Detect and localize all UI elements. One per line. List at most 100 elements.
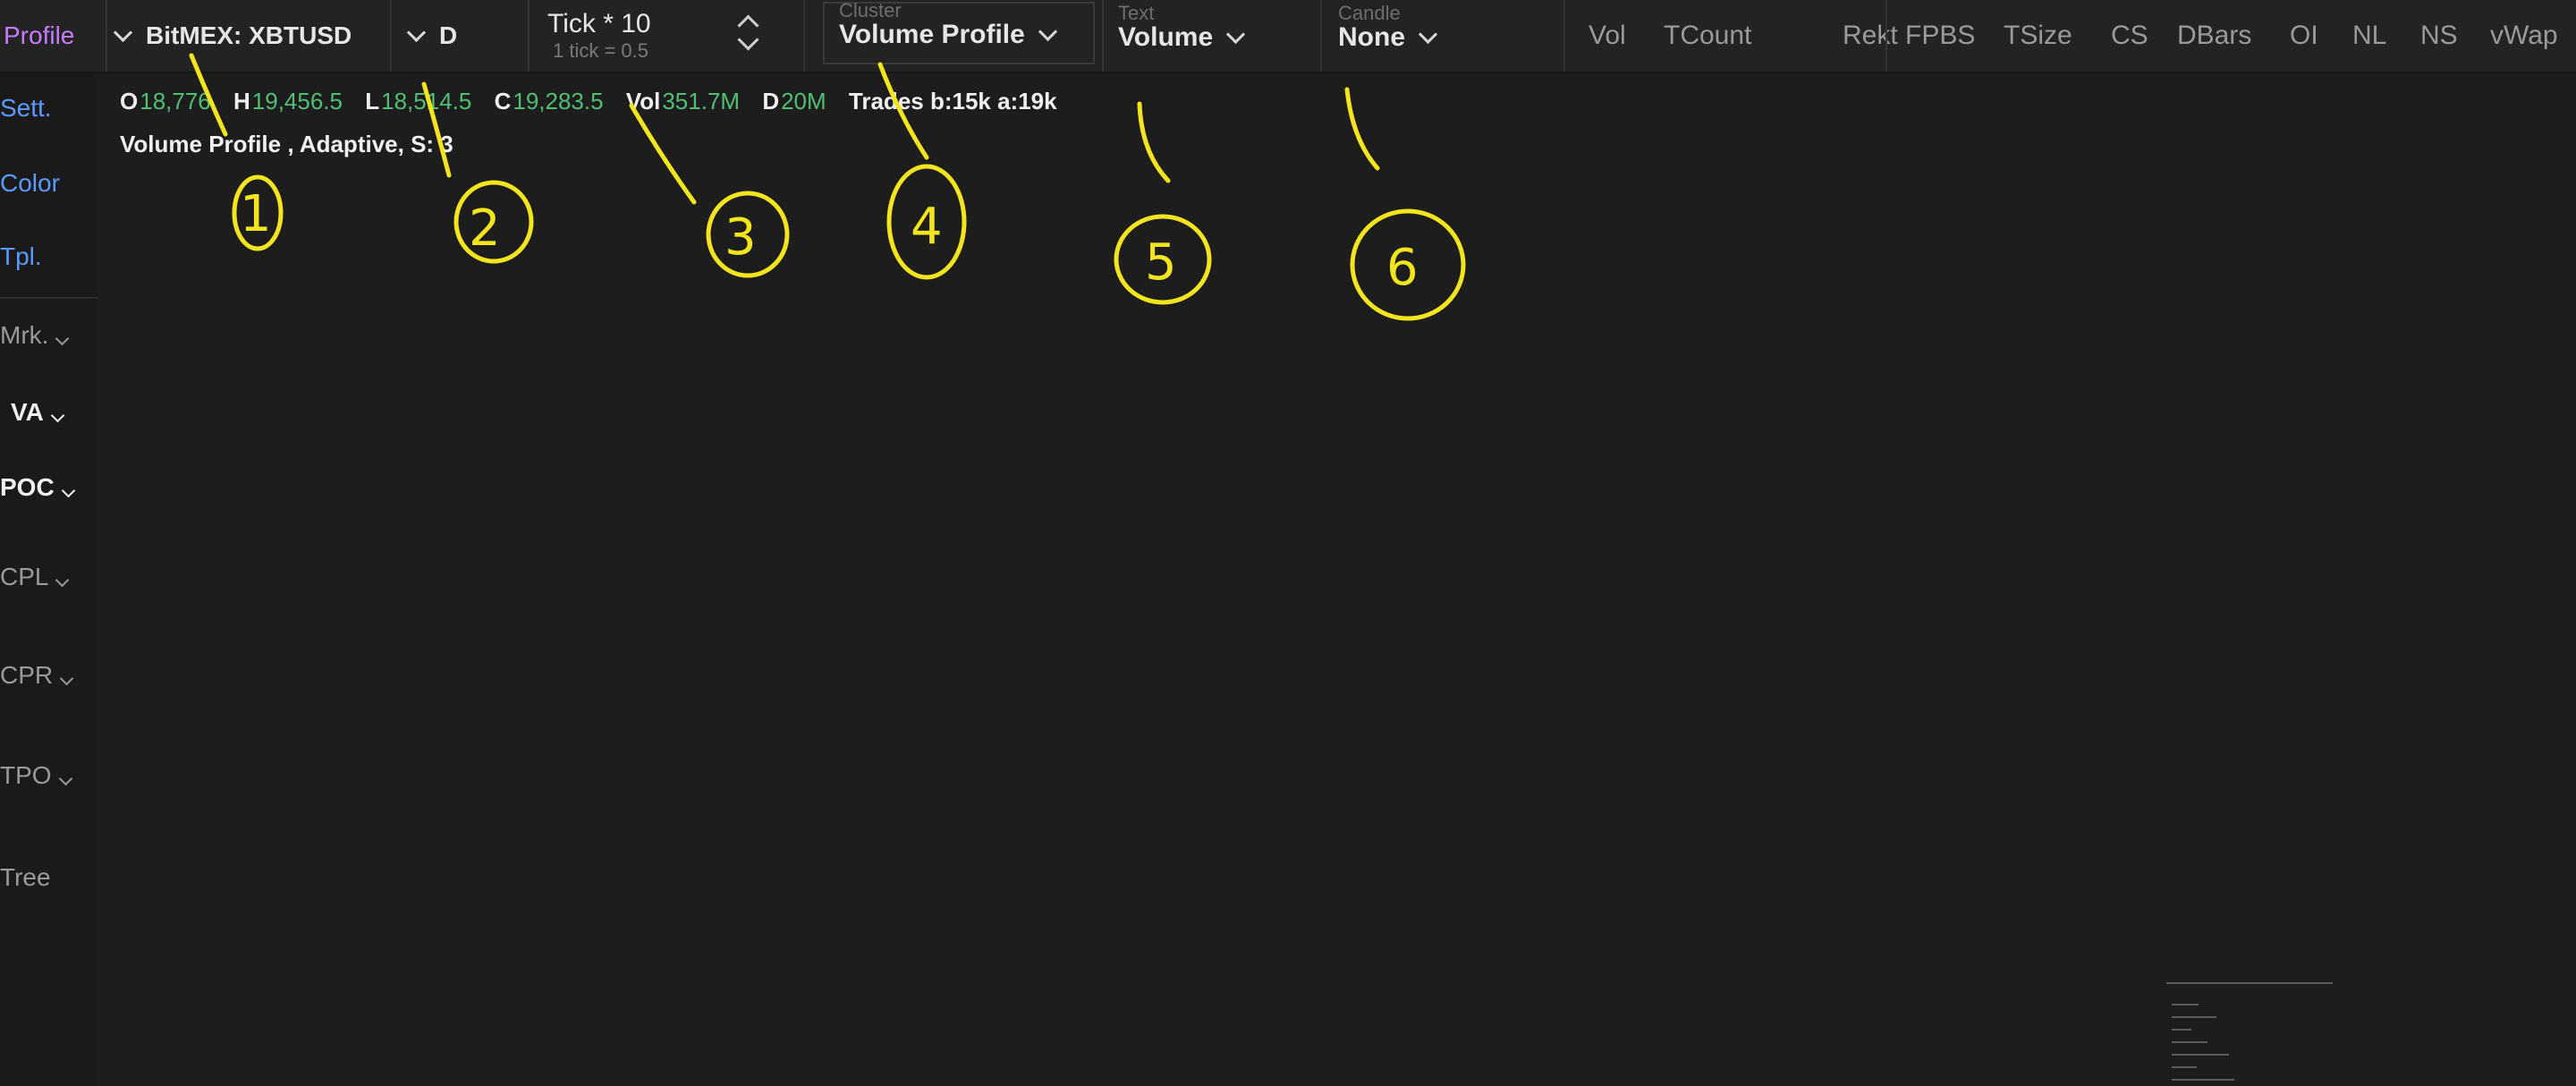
minimap-line — [2172, 1079, 2234, 1081]
toggle-tcount[interactable]: TCount — [1664, 0, 1751, 72]
delta-label: D — [762, 88, 780, 115]
minimap-line — [2172, 1016, 2216, 1018]
sidebar-item-label: CPL — [0, 563, 49, 590]
annotation-label-2: 2 — [469, 199, 501, 258]
sidebar-item-tpo[interactable]: TPO — [0, 760, 72, 791]
profile-tab-label: Profile — [4, 21, 75, 49]
chevron-down-icon — [406, 22, 427, 42]
chevron-down-icon — [50, 408, 65, 423]
profile-tab[interactable]: Profile — [0, 0, 106, 72]
toggle-vwap[interactable]: vWap — [2490, 0, 2558, 72]
annotation-circle — [453, 180, 534, 264]
chevron-down-icon — [1226, 24, 1246, 44]
toolbar-divider — [390, 0, 392, 72]
annotation-label-5: 5 — [1145, 233, 1177, 292]
chevron-down-icon[interactable] — [737, 29, 759, 51]
open-label: O — [120, 88, 139, 115]
minimap-line — [2172, 1054, 2229, 1056]
trades-count: Trades b:15k a:19k — [848, 88, 1057, 115]
chevron-down-icon — [59, 671, 74, 686]
sidebar-item-markers[interactable]: Mrk. — [0, 320, 70, 351]
candle-caption: Candle — [1338, 2, 1401, 24]
sidebar-item-cpl[interactable]: CPL — [0, 562, 70, 592]
chevron-down-icon — [55, 331, 70, 346]
sidebar-item-label: CPR — [0, 661, 54, 689]
chevron-down-icon — [1038, 21, 1057, 41]
annotation-circle — [886, 164, 967, 280]
high-label: H — [233, 88, 250, 115]
toggle-dbars[interactable]: DBars — [2177, 0, 2251, 72]
cluster-dropdown[interactable]: Cluster Volume Profile — [823, 1, 1095, 64]
minimap-line — [2172, 1066, 2197, 1068]
toggle-rekt[interactable]: Rekt — [1843, 0, 1898, 72]
toggle-nl[interactable]: NL — [2352, 0, 2386, 72]
sidebar-divider — [0, 297, 98, 299]
toolbar-divider — [1885, 0, 1887, 72]
toolbar-divider — [106, 0, 107, 72]
tick-size-hint: 1 tick = 0.5 — [553, 39, 649, 62]
top-toolbar: Profile BitMEX: XBTUSD D Tick * 10 1 tic… — [0, 0, 2576, 73]
sidebar-item-label: POC — [0, 473, 55, 501]
chevron-down-icon — [113, 22, 133, 42]
toggle-oi[interactable]: OI — [2290, 0, 2318, 72]
chevron-down-icon — [55, 573, 70, 588]
timeframe-dropdown[interactable]: D — [406, 0, 458, 72]
sidebar-item-poc[interactable]: POC — [0, 472, 75, 503]
minimap — [2166, 977, 2334, 1086]
volume-label: Vol — [625, 88, 661, 115]
text-dropdown[interactable]: Text Volume — [1118, 0, 1246, 72]
ohlc-legend: O18,776 H19,456.5 L18,514.5 C19,283.5 Vo… — [120, 88, 1057, 115]
low-label: L — [365, 88, 380, 115]
annotation-label-1: 1 — [240, 185, 272, 243]
minimap-line — [2172, 1004, 2199, 1005]
tick-stepper[interactable] — [732, 4, 773, 68]
annotation-stroke — [629, 103, 697, 205]
toolbar-divider — [1563, 0, 1565, 72]
sidebar-item-settings[interactable]: Sett. — [0, 93, 52, 123]
toggle-ns[interactable]: NS — [2420, 0, 2458, 72]
sidebar-item-label: VA — [11, 398, 44, 426]
sidebar-item-label: TPO — [0, 761, 52, 789]
sidebar-item-color[interactable]: Color — [0, 168, 60, 199]
annotation-circle — [232, 174, 284, 251]
sidebar-item-template[interactable]: Tpl. — [0, 242, 42, 272]
sidebar-item-tree[interactable]: Tree — [0, 862, 51, 893]
annotation-circle — [706, 191, 790, 278]
annotation-circle — [1114, 214, 1212, 305]
chevron-down-icon — [58, 771, 72, 786]
text-value: Volume — [1118, 22, 1214, 52]
minimap-line — [2172, 1041, 2207, 1043]
sidebar-item-va[interactable]: VA — [11, 397, 65, 428]
annotation-stroke — [1137, 101, 1171, 183]
low-value: 18,514.5 — [381, 88, 472, 115]
annotation-circle — [1350, 208, 1466, 321]
annotation-stroke — [1344, 87, 1380, 171]
sidebar-item-cpr[interactable]: CPR — [0, 660, 74, 691]
toggle-fpbs[interactable]: FPBS — [1905, 0, 1975, 72]
toggle-vol[interactable]: Vol — [1589, 0, 1626, 72]
toolbar-divider — [1320, 0, 1322, 72]
tick-size-value: Tick * 10 — [547, 9, 651, 38]
instrument-label: BitMEX: XBTUSD — [146, 21, 352, 49]
cluster-value: Volume Profile — [839, 20, 1025, 49]
minimap-line — [2172, 1029, 2191, 1031]
chevron-down-icon — [1418, 24, 1438, 44]
instrument-dropdown[interactable]: BitMEX: XBTUSD — [113, 0, 352, 72]
toggle-cs[interactable]: CS — [2111, 0, 2148, 72]
close-label: C — [494, 88, 512, 115]
toggle-tsize[interactable]: TSize — [2004, 0, 2072, 72]
delta-value: 20M — [781, 88, 826, 115]
toolbar-divider — [528, 0, 530, 72]
candle-dropdown[interactable]: Candle None — [1338, 0, 1438, 72]
annotation-label-4: 4 — [911, 198, 943, 256]
high-value: 19,456.5 — [251, 88, 343, 115]
timeframe-label: D — [439, 21, 458, 49]
study-label: Volume Profile , Adaptive, S: 3 — [120, 131, 453, 157]
toolbar-divider — [1102, 0, 1104, 72]
toolbar-divider — [803, 0, 805, 72]
open-value: 18,776 — [140, 88, 211, 115]
annotation-overlay: 1 2 3 4 5 6 — [189, 53, 1466, 321]
sidebar-item-label: Mrk. — [0, 321, 49, 349]
left-sidebar: Sett. Color Tpl. Mrk. VA POC CPL CPR TPO… — [0, 73, 98, 1086]
chevron-down-icon — [61, 483, 75, 498]
